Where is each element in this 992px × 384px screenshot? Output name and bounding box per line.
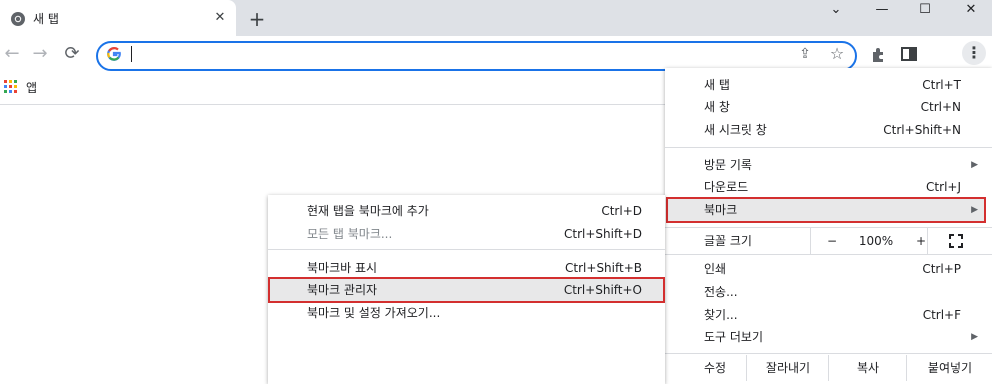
- menu-item-cast[interactable]: 전송...: [665, 281, 992, 303]
- close-window-button[interactable]: ✕: [948, 0, 992, 20]
- submenu-item-shortcut: Ctrl+D: [601, 204, 642, 218]
- menu-item-new-window[interactable]: 새 창 Ctrl+N: [665, 96, 992, 118]
- menu-separator: [665, 147, 992, 148]
- submenu-item-label: 모든 탭 북마크...: [307, 227, 393, 241]
- maximize-button[interactable]: ☐: [902, 0, 948, 20]
- menu-item-more-tools[interactable]: 도구 더보기 ▶: [665, 326, 992, 348]
- menu-item-shortcut: Ctrl+P: [922, 262, 961, 276]
- share-icon[interactable]: ⇪: [796, 45, 814, 63]
- apps-grid-icon[interactable]: [4, 80, 18, 94]
- star-icon[interactable]: ☆: [828, 45, 846, 63]
- menu-item-label: 다운로드: [704, 180, 749, 194]
- menu-item-downloads[interactable]: 다운로드 Ctrl+J: [665, 176, 992, 198]
- menu-separator: [665, 353, 992, 354]
- menu-item-label: 찾기...: [704, 308, 738, 322]
- chrome-main-menu: 새 탭 Ctrl+T 새 창 Ctrl+N 새 시크릿 창 Ctrl+Shift…: [665, 68, 992, 384]
- submenu-item-import-bookmarks[interactable]: 북마크 및 설정 가져오기...: [268, 302, 665, 324]
- menu-item-label: 전송...: [704, 285, 738, 299]
- reload-icon[interactable]: ⟳: [62, 44, 82, 64]
- bookmarks-submenu: 현재 탭을 북마크에 추가 Ctrl+D 모든 탭 북마크... Ctrl+Sh…: [268, 195, 665, 384]
- menu-item-label: 인쇄: [704, 262, 727, 276]
- menu-item-print[interactable]: 인쇄 Ctrl+P: [665, 258, 992, 280]
- menu-item-shortcut: Ctrl+F: [922, 308, 961, 322]
- submenu-item-label: 북마크 및 설정 가져오기...: [307, 306, 441, 320]
- submenu-item-shortcut: Ctrl+Shift+D: [564, 227, 642, 241]
- tab-new-tab[interactable]: 새 탭 ✕: [0, 0, 236, 36]
- menu-item-new-tab[interactable]: 새 탭 Ctrl+T: [665, 74, 992, 96]
- menu-item-history[interactable]: 방문 기록 ▶: [665, 154, 992, 176]
- chevron-right-icon: ▶: [971, 332, 978, 342]
- fullscreen-icon[interactable]: [927, 228, 983, 254]
- chevron-right-icon: ▶: [971, 160, 978, 170]
- chevron-right-icon: ▶: [971, 205, 978, 215]
- extensions-icon[interactable]: [869, 44, 889, 64]
- edit-row: 수정 잘라내기 복사 붙여넣기: [665, 355, 992, 381]
- submenu-item-show-bookmarks-bar[interactable]: 북마크바 표시 Ctrl+Shift+B: [268, 257, 665, 279]
- submenu-item-label: 북마크바 표시: [307, 261, 378, 275]
- submenu-item-shortcut: Ctrl+Shift+O: [563, 283, 642, 297]
- submenu-item-shortcut: Ctrl+Shift+B: [565, 261, 642, 275]
- submenu-item-label: 현재 탭을 북마크에 추가: [307, 204, 429, 218]
- submenu-item-label: 북마크 관리자: [307, 283, 378, 297]
- zoom-label: 글꼴 크기: [704, 234, 752, 248]
- new-tab-plus-icon[interactable]: +: [246, 8, 268, 30]
- menu-item-incognito[interactable]: 새 시크릿 창 Ctrl+Shift+N: [665, 119, 992, 141]
- menu-item-label: 방문 기록: [704, 158, 752, 172]
- menu-separator: [665, 254, 992, 255]
- edit-label: 수정: [704, 361, 727, 375]
- menu-item-find[interactable]: 찾기... Ctrl+F: [665, 304, 992, 326]
- minimize-button[interactable]: —: [859, 0, 905, 20]
- zoom-row: 글꼴 크기 − 100% +: [665, 228, 992, 254]
- zoom-out-button[interactable]: −: [810, 228, 853, 254]
- close-icon[interactable]: ✕: [212, 10, 228, 26]
- chevron-down-icon[interactable]: ⌄: [813, 0, 859, 20]
- menu-button[interactable]: ⋮: [962, 41, 986, 65]
- paste-button[interactable]: 붙여넣기: [906, 355, 992, 381]
- menu-item-label: 새 창: [704, 100, 730, 114]
- more-vert-icon: ⋮: [966, 43, 982, 62]
- address-bar[interactable]: [96, 41, 857, 71]
- menu-item-shortcut: Ctrl+Shift+N: [883, 123, 961, 137]
- menu-item-shortcut: Ctrl+J: [926, 180, 961, 194]
- copy-button[interactable]: 복사: [828, 355, 907, 381]
- menu-item-bookmarks[interactable]: 북마크 ▶: [666, 197, 986, 223]
- menu-item-label: 북마크: [704, 203, 738, 217]
- menu-item-shortcut: Ctrl+T: [922, 78, 961, 92]
- cut-button[interactable]: 잘라내기: [746, 355, 829, 381]
- menu-item-label: 새 시크릿 창: [704, 123, 767, 137]
- menu-item-label: 새 탭: [704, 78, 730, 92]
- side-panel-icon[interactable]: [899, 44, 919, 64]
- back-icon[interactable]: ←: [2, 44, 22, 64]
- tab-title: 새 탭: [33, 12, 59, 26]
- menu-separator: [268, 249, 665, 250]
- submenu-item-bookmark-manager[interactable]: 북마크 관리자 Ctrl+Shift+O: [268, 277, 665, 303]
- submenu-item-bookmark-all-tabs[interactable]: 모든 탭 북마크... Ctrl+Shift+D: [268, 223, 665, 245]
- google-icon: [107, 47, 121, 61]
- menu-item-label: 도구 더보기: [704, 330, 764, 344]
- chrome-icon: [11, 12, 25, 26]
- forward-icon[interactable]: →: [30, 44, 50, 64]
- menu-item-shortcut: Ctrl+N: [920, 100, 961, 114]
- text-cursor: [131, 46, 132, 62]
- submenu-item-bookmark-this-tab[interactable]: 현재 탭을 북마크에 추가 Ctrl+D: [268, 200, 665, 222]
- apps-label[interactable]: 앱: [26, 79, 37, 96]
- zoom-level: 100%: [858, 234, 894, 248]
